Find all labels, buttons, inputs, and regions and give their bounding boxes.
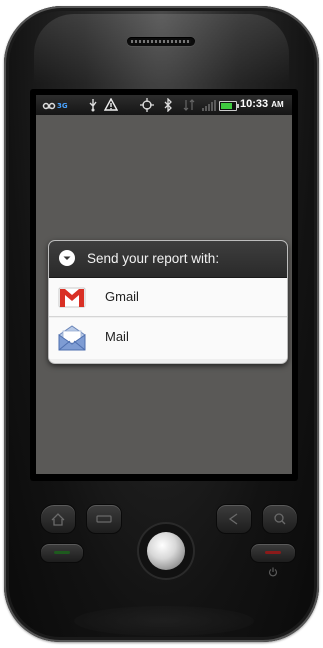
power-icon	[268, 567, 278, 580]
share-dialog: Send your report with: Gmail Mail	[48, 240, 288, 364]
clock: 10:33 AM	[240, 98, 284, 110]
phone-icon	[54, 551, 70, 554]
end-call-button[interactable]	[250, 543, 296, 563]
option-label: Gmail	[105, 289, 139, 304]
bluetooth-icon	[162, 97, 174, 113]
data-icon	[182, 98, 196, 112]
battery-level	[221, 103, 232, 109]
option-label: Mail	[105, 329, 129, 344]
home-button[interactable]	[40, 504, 76, 534]
status-bar[interactable]: 3G 10:33 AM	[36, 95, 292, 115]
phone-chin	[74, 606, 254, 636]
signal-icon	[202, 99, 216, 111]
gps-icon	[140, 98, 154, 112]
earpiece-speaker	[127, 37, 195, 46]
dialog-header: Send your report with:	[49, 241, 287, 278]
call-button[interactable]	[40, 543, 84, 563]
search-button[interactable]	[262, 504, 298, 534]
usb-icon	[86, 98, 100, 112]
option-mail[interactable]: Mail	[49, 318, 287, 359]
battery-icon	[219, 101, 239, 111]
warning-icon	[103, 97, 119, 112]
mail-icon	[57, 323, 87, 351]
option-gmail[interactable]: Gmail	[49, 278, 287, 317]
network-icon: 3G	[56, 98, 70, 112]
dropdown-circle-icon	[59, 250, 75, 266]
screen: 3G 10:33 AM Send your report with: Gmail…	[36, 95, 292, 474]
gmail-icon	[57, 283, 87, 311]
speaker-grille	[131, 40, 191, 43]
phone-gloss	[34, 14, 289, 84]
menu-button[interactable]	[86, 504, 122, 534]
trackball[interactable]	[147, 532, 185, 570]
back-button[interactable]	[216, 504, 252, 534]
dialog-title: Send your report with:	[87, 251, 220, 266]
voicemail-icon	[42, 98, 56, 112]
svg-text:3G: 3G	[57, 102, 68, 110]
hangup-icon	[265, 551, 281, 554]
